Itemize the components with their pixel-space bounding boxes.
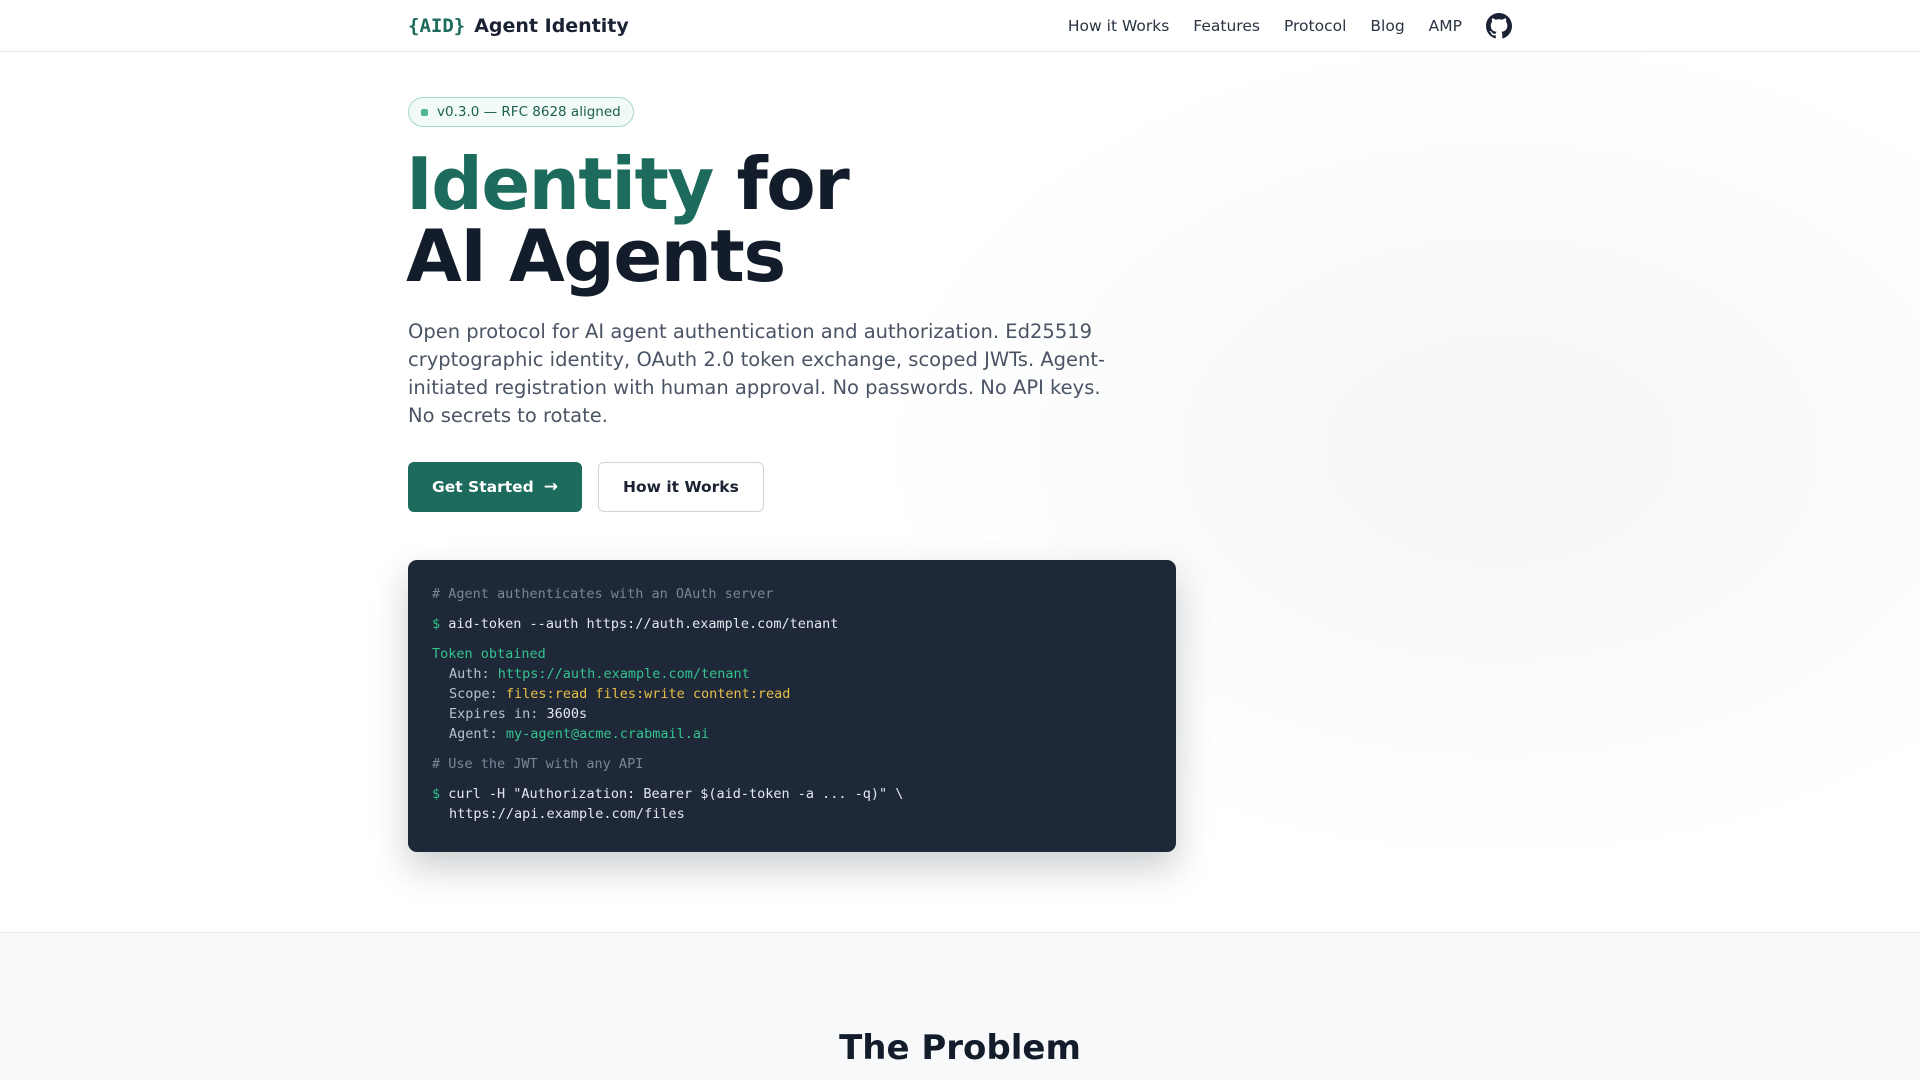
terminal-command-2-text: curl -H "Authorization: Bearer $(aid-tok… [448, 786, 904, 802]
github-icon[interactable] [1486, 13, 1512, 39]
hero-button-row: Get Started → How it Works [408, 462, 764, 512]
navbar-inner: {AID} Agent Identity How it Works Featur… [408, 0, 1512, 52]
nav-links: How it Works Features Protocol Blog AMP [1068, 13, 1512, 39]
hero-title-line-2: AI Agents [406, 214, 786, 298]
nav-link-amp[interactable]: AMP [1429, 17, 1462, 35]
nav-link-protocol[interactable]: Protocol [1284, 17, 1346, 35]
nav-link-how-it-works[interactable]: How it Works [1068, 17, 1169, 35]
problem-section: The Problem [0, 932, 1920, 1080]
brand-logo[interactable]: {AID} Agent Identity [408, 15, 629, 37]
brand-mark: {AID} [408, 15, 466, 37]
get-started-label: Get Started [432, 478, 534, 496]
terminal-comment-2: # Use the JWT with any API [432, 756, 644, 772]
arrow-right-icon: → [543, 476, 558, 497]
terminal-expires-value: 3600s [546, 706, 588, 722]
terminal-success-message: Token obtained [432, 646, 546, 662]
how-it-works-label: How it Works [622, 478, 739, 496]
top-navbar: {AID} Agent Identity How it Works Featur… [0, 0, 1920, 52]
terminal-agent-value: my-agent@acme.crabmail.ai [505, 726, 710, 742]
terminal-prompt-2: $ [432, 786, 441, 802]
terminal-agent-row: Agent: my-agent@acme.crabmail.ai [432, 724, 1152, 744]
badge-dot-icon [421, 108, 428, 116]
brand-name: Agent Identity [474, 15, 629, 37]
terminal-scope-label: Scope: [449, 686, 498, 702]
terminal-auth-value: https://auth.example.com/tenant [497, 666, 750, 682]
terminal-auth-label: Auth: [449, 666, 490, 682]
problem-section-title: The Problem [839, 1028, 1081, 1068]
terminal-prompt: $ [432, 616, 441, 632]
terminal-expires-row: Expires in: 3600s [432, 704, 1152, 724]
nav-link-blog[interactable]: Blog [1370, 17, 1404, 35]
terminal-code-block: # Agent authenticates with an OAuth serv… [408, 560, 1176, 852]
terminal-comment-1: # Agent authenticates with an OAuth serv… [432, 586, 774, 602]
hero-title: Identity for AI Agents [406, 148, 850, 292]
terminal-auth-row: Auth: https://auth.example.com/tenant [432, 664, 1152, 684]
hero-section: v0.3.0 — RFC 8628 aligned Identity for A… [0, 52, 1920, 932]
how-it-works-button[interactable]: How it Works [597, 462, 764, 512]
hero-subtitle: Open protocol for AI agent authenticatio… [408, 320, 1106, 427]
get-started-button[interactable]: Get Started → [408, 462, 582, 512]
terminal-command-1-text: aid-token --auth https://auth.example.co… [448, 616, 839, 632]
terminal-command-2-continuation: https://api.example.com/files [449, 806, 685, 822]
terminal-command-1: $ aid-token --auth https://auth.example.… [432, 614, 1152, 634]
terminal-command-2: $ curl -H "Authorization: Bearer $(aid-t… [432, 784, 1152, 804]
terminal-expires-label: Expires in: [449, 706, 539, 722]
version-badge-label: v0.3.0 — RFC 8628 aligned [437, 104, 621, 120]
version-badge: v0.3.0 — RFC 8628 aligned [408, 97, 634, 127]
terminal-agent-label: Agent: [449, 726, 498, 742]
terminal-scope-row: Scope: files:read files:write content:re… [432, 684, 1152, 704]
nav-link-features[interactable]: Features [1193, 17, 1260, 35]
terminal-scope-value: files:read files:write content:read [505, 686, 791, 702]
